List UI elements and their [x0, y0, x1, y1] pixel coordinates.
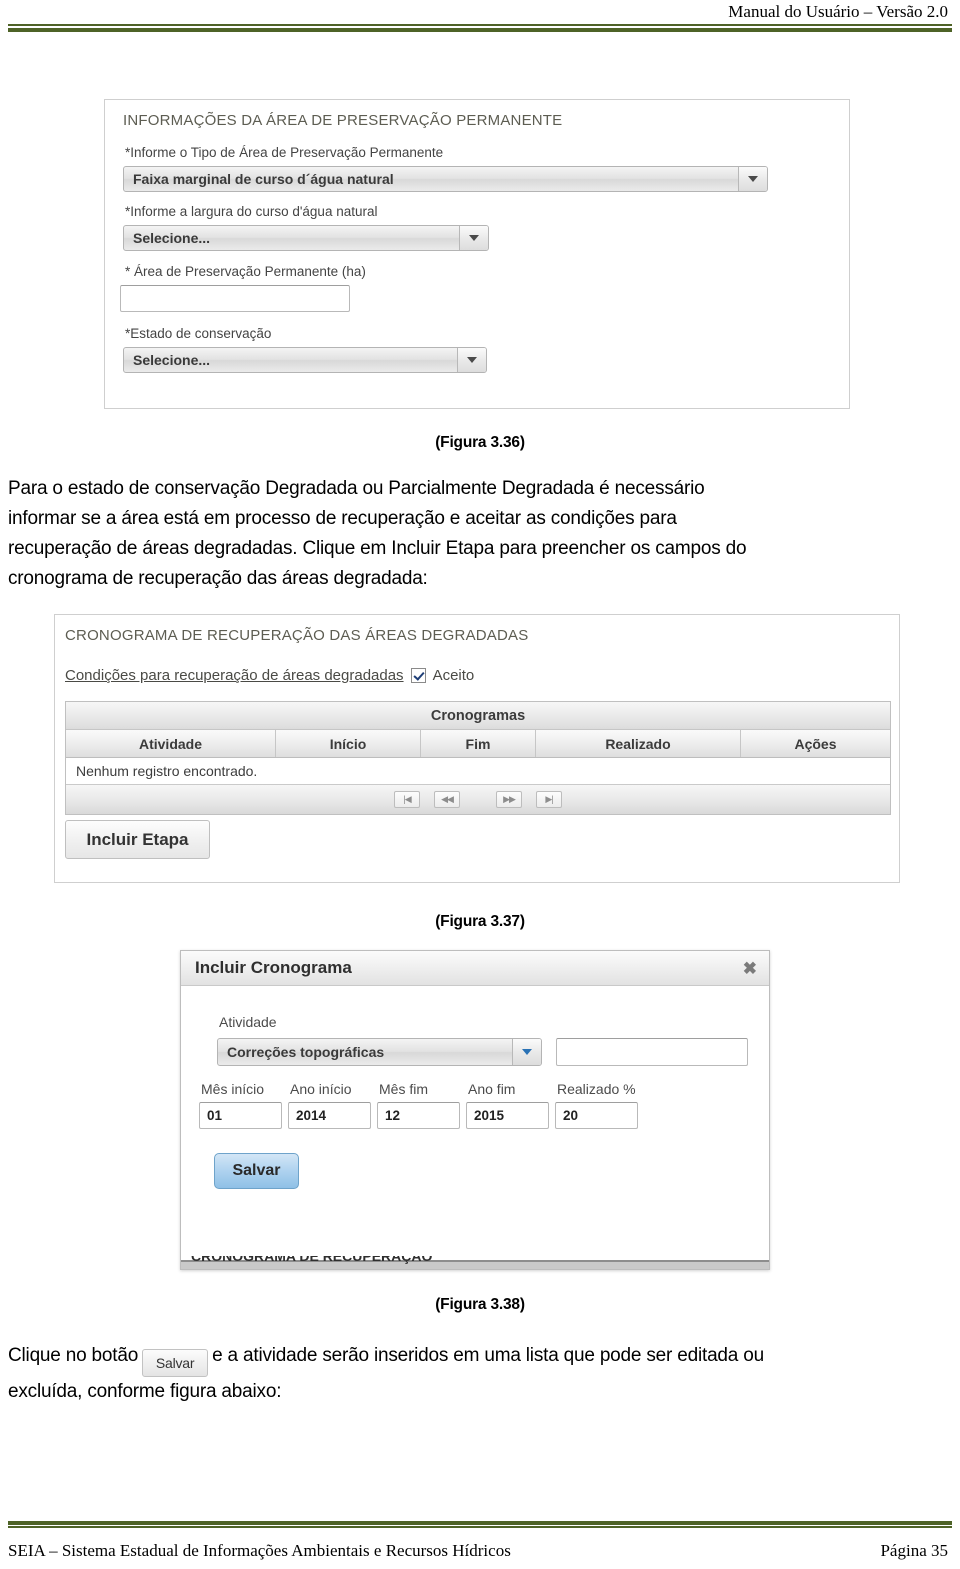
paragraph-1-line-3: recuperação de áreas degradadas. Clique … — [8, 538, 747, 559]
dialog-clipped-text: CRONOGRAMA DE RECUPERAÇÃO — [191, 1256, 433, 1264]
column-header-fim[interactable]: Fim — [421, 730, 536, 757]
column-header-acoes[interactable]: Ações — [741, 730, 890, 757]
footer-page-number: Página 35 — [880, 1541, 948, 1560]
incluir-etapa-button[interactable]: Incluir Etapa — [65, 820, 210, 859]
label-ano-fim: Ano fim — [468, 1081, 516, 1097]
salvar-button[interactable]: Salvar — [214, 1153, 299, 1189]
pager-last-button[interactable]: ▶| — [536, 791, 562, 808]
grid-pager: |◀ ◀◀ ▶▶ ▶| — [66, 785, 890, 814]
select-largura-curso[interactable]: Selecione... — [123, 225, 489, 251]
grid-header-row: Atividade Início Fim Realizado Ações — [66, 730, 890, 758]
paragraph-1-line-4: cronograma de recuperação das áreas degr… — [8, 568, 428, 589]
caption-figura-336: (Figura 3.36) — [435, 434, 525, 451]
grid-empty-message: Nenhum registro encontrado. — [66, 758, 890, 785]
input-mes-inicio[interactable]: 01 — [199, 1102, 282, 1129]
footer-divider — [8, 1521, 952, 1528]
dialog-title: Incluir Cronograma — [195, 958, 352, 977]
condicoes-row: Condições para recuperação de áreas degr… — [65, 667, 474, 684]
app-section-legend: INFORMAÇÕES DA ÁREA DE PRESERVAÇÃO PERMA… — [123, 112, 563, 129]
input-ano-fim[interactable]: 2015 — [466, 1102, 549, 1129]
paragraph-2-after: e a atividade serão inseridos em uma lis… — [212, 1345, 764, 1366]
chevron-down-icon[interactable] — [459, 226, 488, 250]
dialog-bottom-clip: CRONOGRAMA DE RECUPERAÇÃO — [181, 1256, 769, 1269]
footer-rule-thick — [8, 1521, 952, 1525]
page-header-title: Manual do Usuário – Versão 2.0 — [728, 2, 948, 21]
column-header-realizado[interactable]: Realizado — [536, 730, 741, 757]
grid-title: Cronogramas — [66, 702, 890, 730]
input-realizado-pct[interactable]: 20 — [555, 1102, 638, 1129]
field-mes-inicio: Mês início 01 — [199, 1081, 282, 1129]
select-tipo-app[interactable]: Faixa marginal de curso d´água natural — [123, 166, 768, 192]
paragraph-2-line-2: excluída, conforme figura abaixo: — [8, 1381, 282, 1402]
aceito-checkbox[interactable] — [410, 668, 426, 683]
dialog-date-fields: Mês início 01 Ano início 2014 Mês fim 12… — [199, 1081, 638, 1129]
column-header-inicio[interactable]: Início — [276, 730, 421, 757]
paragraph-2: Clique no botão Salvar e a atividade serão… — [8, 1341, 946, 1407]
paragraph-1: Para o estado de conservação Degradada o… — [8, 474, 946, 594]
select-atividade[interactable]: Correções topográficas — [217, 1038, 542, 1066]
figure-337-screenshot: CRONOGRAMA DE RECUPERAÇÃO DAS ÁREAS DEGR… — [54, 614, 900, 883]
label-ano-inicio: Ano início — [290, 1081, 352, 1097]
page-footer: SEIA – Sistema Estadual de Informações A… — [0, 1521, 960, 1569]
paragraph-2-before: Clique no botão — [8, 1345, 139, 1366]
close-icon[interactable]: ✖ — [743, 960, 757, 977]
chevron-down-icon[interactable] — [457, 348, 486, 372]
pager-next-button[interactable]: ▶▶ — [496, 791, 522, 808]
header-rule-thick — [8, 28, 952, 32]
paragraph-1-line-2: informar se a área está em processo de r… — [8, 508, 677, 529]
header-divider — [8, 24, 952, 32]
field-ano-inicio: Ano início 2014 — [288, 1081, 371, 1129]
select-largura-value: Selecione... — [133, 230, 211, 246]
input-ano-inicio[interactable]: 2014 — [288, 1102, 371, 1129]
paragraph-2-line-1: Clique no botão Salvar e a atividade serão… — [8, 1341, 946, 1377]
inline-salvar-button-image: Salvar — [142, 1349, 209, 1377]
label-mes-inicio: Mês início — [201, 1081, 265, 1097]
label-largura-curso: *Informe a largura do curso d'água natur… — [125, 204, 378, 219]
dialog-titlebar: Incluir Cronograma ✖ — [181, 951, 769, 986]
column-header-atividade[interactable]: Atividade — [66, 730, 276, 757]
select-estado-value: Selecione... — [133, 352, 211, 368]
dialog-body: Atividade Correções topográficas Mês iní… — [181, 986, 769, 1269]
cronogramas-grid: Cronogramas Atividade Início Fim Realiza… — [65, 701, 891, 815]
label-tipo-app: *Informe o Tipo de Área de Preservação P… — [125, 145, 444, 160]
label-mes-fim: Mês fim — [379, 1081, 428, 1097]
figure-338-screenshot: Incluir Cronograma ✖ Atividade Correções… — [180, 950, 770, 1270]
aceito-label: Aceito — [432, 667, 475, 684]
field-realizado-pct: Realizado % 20 — [555, 1081, 638, 1129]
select-atividade-value: Correções topográficas — [227, 1044, 385, 1060]
footer-system-name: SEIA – Sistema Estadual de Informações A… — [8, 1541, 511, 1560]
paragraph-1-line-1: Para o estado de conservação Degradada o… — [8, 478, 705, 499]
input-area-preservacao[interactable] — [120, 285, 350, 312]
figure-336-screenshot: INFORMAÇÕES DA ÁREA DE PRESERVAÇÃO PERMA… — [104, 99, 850, 409]
input-mes-fim[interactable]: 12 — [377, 1102, 460, 1129]
label-atividade: Atividade — [219, 1014, 277, 1030]
label-estado-conservacao: *Estado de conservação — [125, 326, 272, 341]
pager-prev-button[interactable]: ◀◀ — [434, 791, 460, 808]
footer-row: SEIA – Sistema Estadual de Informações A… — [8, 1541, 948, 1561]
field-mes-fim: Mês fim 12 — [377, 1081, 460, 1129]
chevron-down-icon[interactable] — [512, 1039, 541, 1065]
footer-rule-thin — [8, 1526, 952, 1528]
caption-figura-338: (Figura 3.38) — [435, 1296, 525, 1313]
cronograma-legend: CRONOGRAMA DE RECUPERAÇÃO DAS ÁREAS DEGR… — [65, 627, 529, 644]
select-estado-conservacao[interactable]: Selecione... — [123, 347, 487, 373]
page-header: Manual do Usuário – Versão 2.0 — [0, 0, 960, 40]
pager-first-button[interactable]: |◀ — [394, 791, 420, 808]
label-area-preservacao: * Área de Preservação Permanente (ha) — [125, 264, 366, 279]
field-ano-fim: Ano fim 2015 — [466, 1081, 549, 1129]
input-atividade-extra[interactable] — [556, 1038, 748, 1066]
select-tipo-value: Faixa marginal de curso d´água natural — [133, 171, 394, 187]
condicoes-link[interactable]: Condições para recuperação de áreas degr… — [65, 667, 404, 684]
caption-figura-337: (Figura 3.37) — [435, 913, 525, 930]
chevron-down-icon[interactable] — [738, 167, 767, 191]
header-rule-thin — [8, 24, 952, 26]
label-realizado-pct: Realizado % — [557, 1081, 636, 1097]
